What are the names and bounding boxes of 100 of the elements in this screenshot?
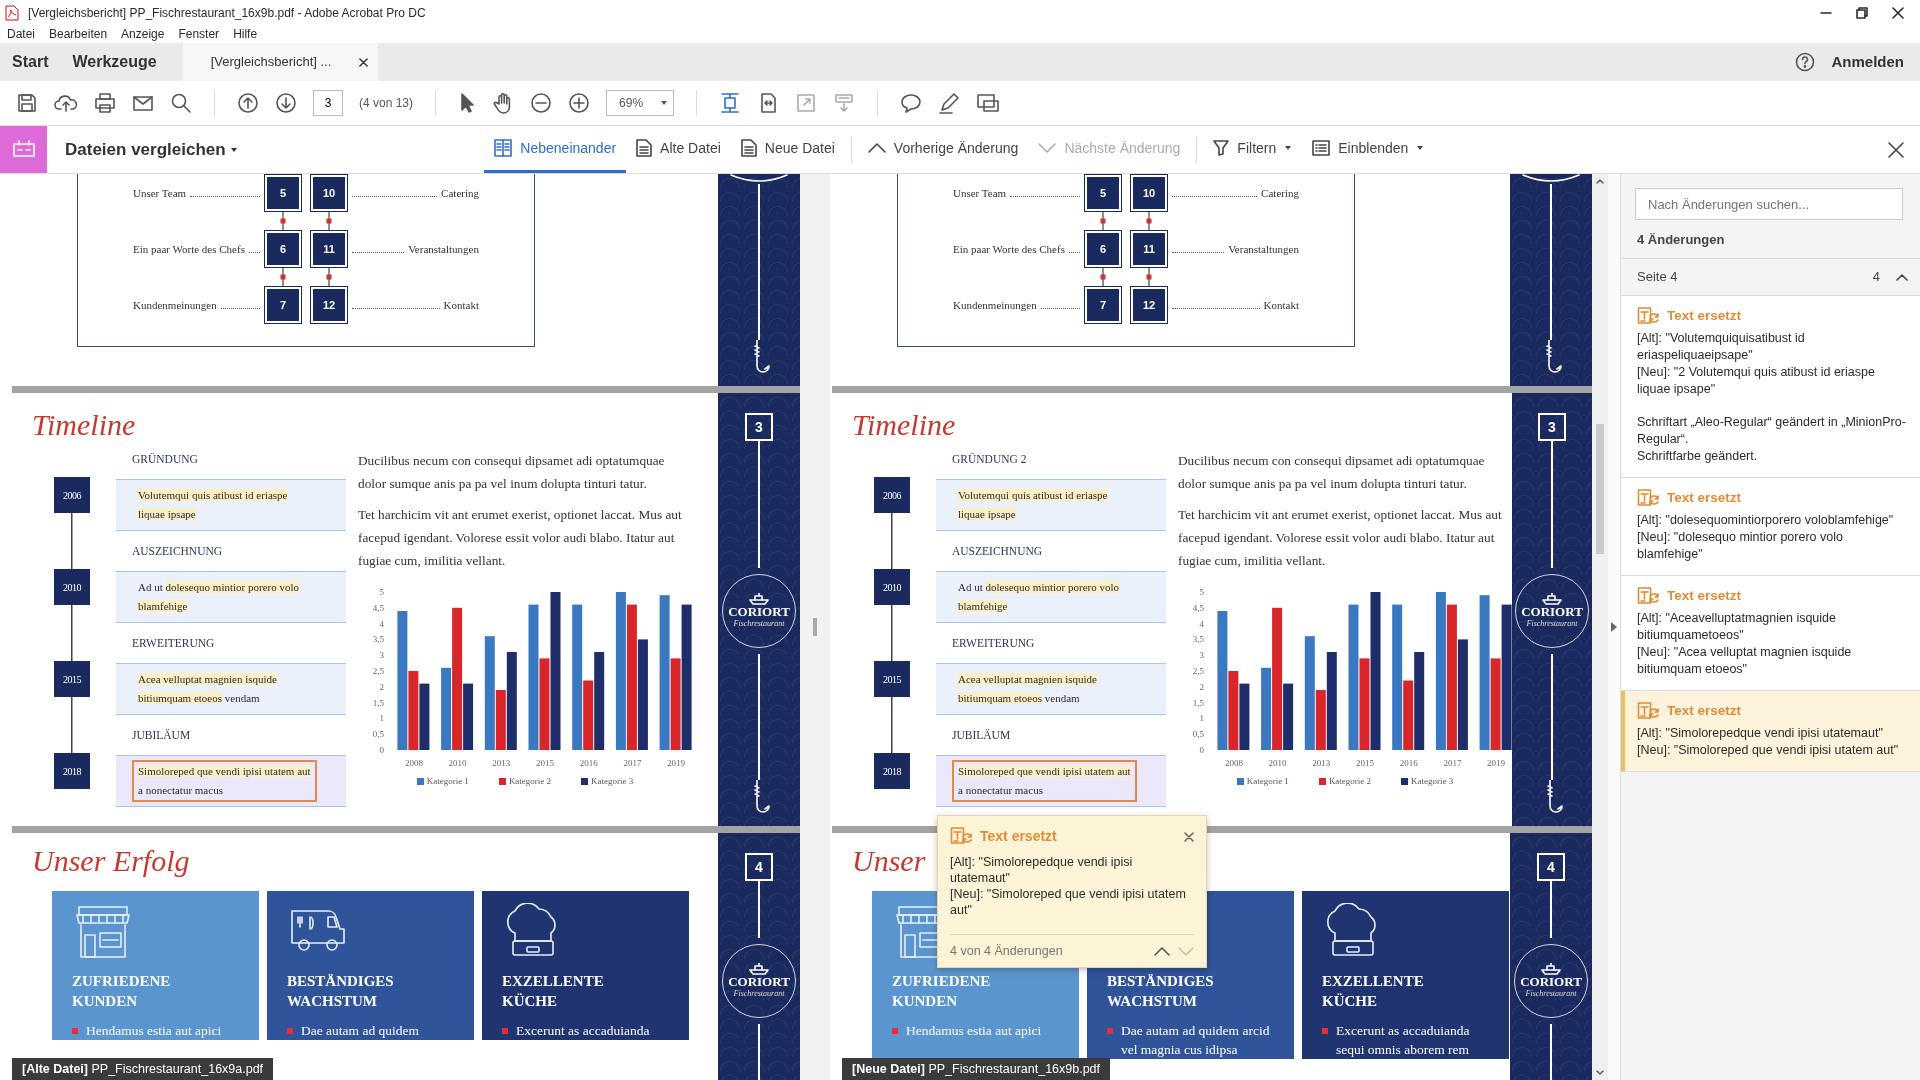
tab[interactable]: Werkzeuge [60,43,169,81]
old-text: [Alt]: "Aceavelluptatmagnien isquide bitiumquametoeos" [1637,609,1837,644]
close-icon[interactable] [1888,142,1904,159]
axis-label: 2 [1199,681,1204,692]
change-note: Schriftfarbe geändert. [1637,447,1759,465]
change-title: Text ersetzt [1667,702,1742,719]
print-icon[interactable] [94,92,116,114]
milestone-text[interactable]: Ad ut dolesequo mintior porero volo blamfehige [116,571,346,623]
contents-entry[interactable]: Ein paar Worte des Chefs [133,240,245,258]
logo-name: CORIORT [728,604,790,619]
next-page-icon[interactable] [275,92,297,114]
contents-entry[interactable]: Catering [441,184,479,202]
scroll-up-icon[interactable] [1596,178,1604,184]
document-tab[interactable]: [Vergleichsbericht] ... [182,43,378,81]
chevron-up-icon [867,142,886,154]
comment-icon[interactable] [900,92,923,114]
help-icon[interactable] [1795,52,1816,72]
pen-icon[interactable] [938,92,961,114]
tab[interactable]: Start [0,43,61,81]
milestone-heading: ERWEITERUNG [132,636,216,651]
contents-entry[interactable]: Catering [1261,184,1299,202]
menu-item[interactable]: Hilfe [226,25,265,43]
contents-entry[interactable]: Kontakt [1263,296,1299,314]
change-item[interactable]: Text ersetzt [Alt]: "Aceavelluptatmagnien isquide bitiumquametoeos" [Neu]: "Acea velluptat magnien isquide bitiumquam etoeos" [1621,575,1920,691]
expand-panel-icon[interactable] [1611,622,1617,632]
page-number-box: 7 [264,286,302,324]
change-item[interactable]: Text ersetzt [Alt]: "dolesequomintiorporero voloblamfehige" [Neu]: "dolesequo mintior porero volo blamfehige" [1621,477,1920,576]
save-icon[interactable] [16,92,38,114]
axis-label: 3 [379,650,384,661]
body-paragraph: Tet harchicim vit ant erumet exerist, optionet laccat. Mus aut facepud igendant. Volorese essit volor audi blabo. Itatur aut fugiae cum, imilitia vellant. [358,506,683,570]
connector-line [1145,268,1153,286]
change-item[interactable] [1621,295,1920,478]
contents-entry[interactable]: Kundenmeinungen [953,296,1037,314]
close-icon[interactable] [1892,6,1904,19]
new-text: [Neu]: "2 Volutemqui quis atibust id eriaspe liquae ipsape" [1637,363,1876,398]
milestone-heading: GRÜNDUNG [132,452,199,467]
document-icon [740,139,757,157]
page-number: 4 [1537,853,1565,881]
sign-in-link[interactable]: Anmelden [1831,50,1904,74]
compare-tool-tile[interactable] [0,126,47,173]
cloud-upload-icon[interactable] [54,92,78,114]
compare-files-menu[interactable]: Dateien vergleichen [59,135,245,164]
contents-entry[interactable]: Unser Team [133,184,187,202]
contents-entry[interactable]: Kontakt [443,296,479,314]
menu-item[interactable]: Bearbeiten [42,25,115,43]
contents-entry[interactable]: Unser Team [953,184,1007,202]
card-text: Excerunt as accaduianda sequi omnis aborem rem [1336,1022,1471,1059]
body-paragraph: Tet harchicim vit ant erumet exerist, optionet laccat. Mus aut facepud igendant. Volorese essit volor audi blabo. Itatur aut fugiae cum, imilitia vellant. [1178,506,1503,570]
previous-page-icon[interactable] [237,92,259,114]
contents-entry[interactable]: Kundenmeinungen [133,296,217,314]
menu-item[interactable]: Anzeige [114,25,172,43]
logo-tagline: Fischrestaurant [1525,988,1577,999]
scrollbar-thumb[interactable] [1596,424,1604,554]
milestone-text[interactable]: Acea velluptat magnien isquide bitiumquam etoeos vendam [116,663,346,715]
milestone-text[interactable]: Ad ut dolesequo mintior porero volo blamfehige [936,571,1166,623]
pointer-icon[interactable] [458,92,477,114]
milestone-text[interactable]: Acea velluptat magnien isquide bitiumquam etoeos vendam [936,663,1166,715]
zoom-out-icon[interactable] [530,92,553,114]
splitter-handle-icon[interactable] [813,618,817,636]
milestone-text[interactable]: Simoloreped que vendi ipisi utatem aut a nonectatur macus [936,755,1166,807]
restore-icon[interactable] [1856,6,1868,19]
dropdown-menu-button[interactable]: Einblenden [1302,126,1435,173]
close-icon[interactable] [358,57,368,67]
change-item[interactable]: Text ersetzt [Alt]: "Simolorepedque vendi ipisi utatemaut" [Neu]: "Simoloreped que vendi ipisi utatem aut" [1621,690,1920,772]
axis-label: 2015 [536,758,554,768]
milestone-text[interactable]: Volutemqui quis atibust id eriaspe liquae ipsape [116,479,346,531]
contents-entry[interactable]: Veranstaltungen [1228,240,1299,258]
dropdown-menu-button[interactable]: Filtern [1203,126,1303,173]
search-icon[interactable] [170,92,192,114]
chevron-up-icon[interactable] [1154,945,1170,957]
group-count: 4 [1872,267,1880,286]
search-field[interactable]: Nach Änderungen suchen... [1635,188,1903,220]
axis-label: 3,5 [1192,634,1204,645]
axis-label: 0 [1199,745,1204,755]
page-number-box: 10 [310,174,348,212]
page-number-box: 12 [310,286,348,324]
view-tab[interactable]: Alte Datei [626,126,731,173]
change-navigation-button[interactable]: Vorherige Änderung [857,126,1029,173]
milestone-heading: AUSZEICHNUNG [132,544,224,559]
view-tab[interactable]: Neue Datei [730,126,845,173]
section-title: Timeline [852,407,956,443]
milestone-text[interactable]: Volutemqui quis atibust id eriaspe liquae ipsape [936,479,1166,531]
zoom-dropdown[interactable]: 69% [606,90,675,116]
stamp-icon[interactable] [976,92,1001,114]
axis-label: 2013 [1312,758,1331,768]
zoom-in-icon[interactable] [568,92,591,114]
page-group-header[interactable]: Seite 4 4 [1621,257,1920,296]
scroll-down-icon[interactable] [1596,1070,1604,1076]
menu-item[interactable]: Fenster [171,25,227,43]
milestone-text[interactable]: Simoloreped que vendi ipisi utatem aut a nonectatur macus [116,755,346,807]
fit-page-icon[interactable] [719,92,742,114]
contents-entry[interactable]: Ein paar Worte des Chefs [953,240,1065,258]
axis-label: 0,5 [1192,729,1204,740]
axis-label: 1 [1199,713,1204,724]
connector-line [1145,212,1153,230]
contents-entry[interactable]: Veranstaltungen [408,240,479,258]
logo-tagline: Fischrestaurant [733,988,785,999]
menu-item[interactable]: Datei [0,25,42,43]
page-number-field[interactable]: 3 [313,90,343,116]
axis-label: 2016 [579,758,598,768]
